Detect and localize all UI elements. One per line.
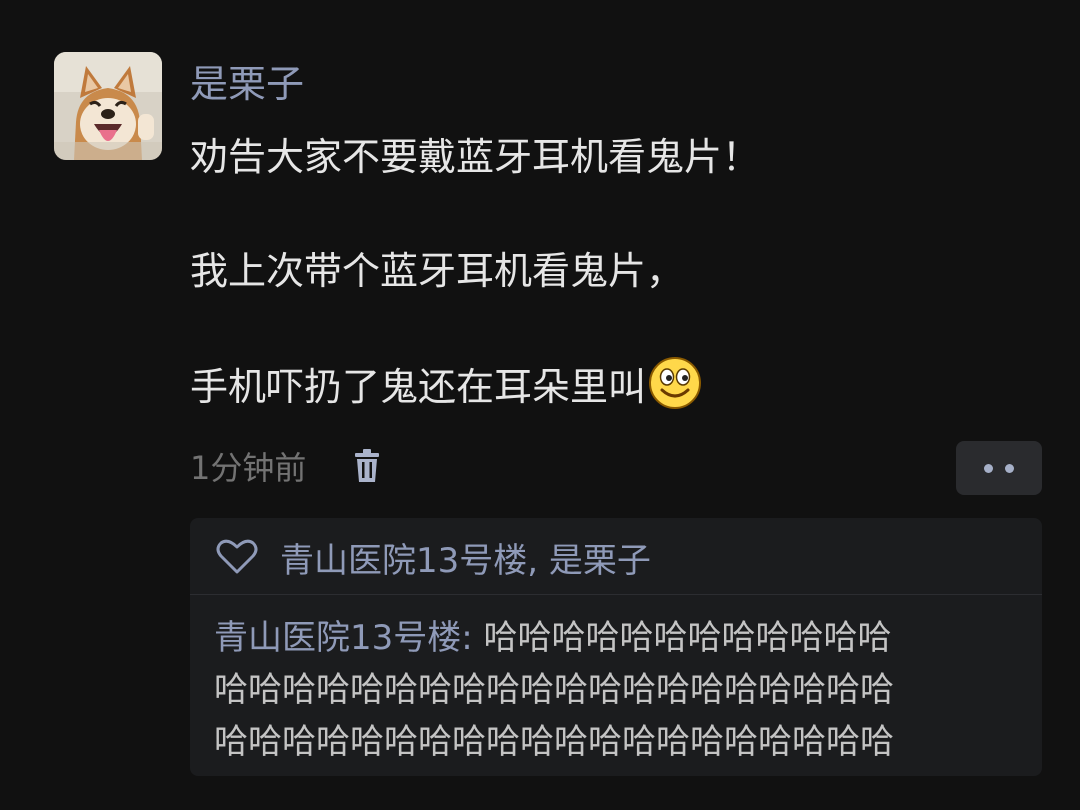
username[interactable]: 是栗子 <box>190 58 304 110</box>
smile-emoji-icon <box>648 356 702 426</box>
reply-item: 青山医院13号楼: 哈哈哈哈哈哈哈哈哈哈哈哈 哈哈哈哈哈哈哈哈哈哈哈哈哈哈哈哈哈… <box>214 612 1034 768</box>
likes-users[interactable]: 青山医院13号楼, 是栗子 <box>280 533 651 582</box>
more-dots-icon <box>1005 463 1014 473</box>
more-options-button[interactable] <box>956 441 1042 495</box>
comment-avatar[interactable] <box>54 52 162 160</box>
post-line-2: 我上次带个蓝牙耳机看鬼片， <box>190 249 685 293</box>
post-line-1: 劝告大家不要戴蓝牙耳机看鬼片！ <box>190 135 761 179</box>
delete-button[interactable] <box>350 448 384 488</box>
post-time: 1分钟前 <box>190 449 307 487</box>
reply-author[interactable]: 青山医院13号楼: <box>214 618 473 658</box>
post-line-3: 手机吓扔了鬼还在耳朵里叫 <box>190 365 647 409</box>
post-body: 劝告大家不要戴蓝牙耳机看鬼片！ 我上次带个蓝牙耳机看鬼片， 手机吓扔了鬼还在耳朵… <box>190 128 1020 414</box>
comments-box: 青山医院13号楼, 是栗子 青山医院13号楼: 哈哈哈哈哈哈哈哈哈哈哈哈 哈哈哈… <box>190 518 1042 776</box>
heart-outline-icon[interactable] <box>216 539 258 575</box>
trash-icon <box>353 449 381 487</box>
shiba-dog-avatar-image <box>54 52 162 160</box>
more-dots-icon <box>984 463 993 473</box>
divider <box>190 594 1042 595</box>
likes-row: 青山医院13号楼, 是栗子 <box>216 532 651 582</box>
